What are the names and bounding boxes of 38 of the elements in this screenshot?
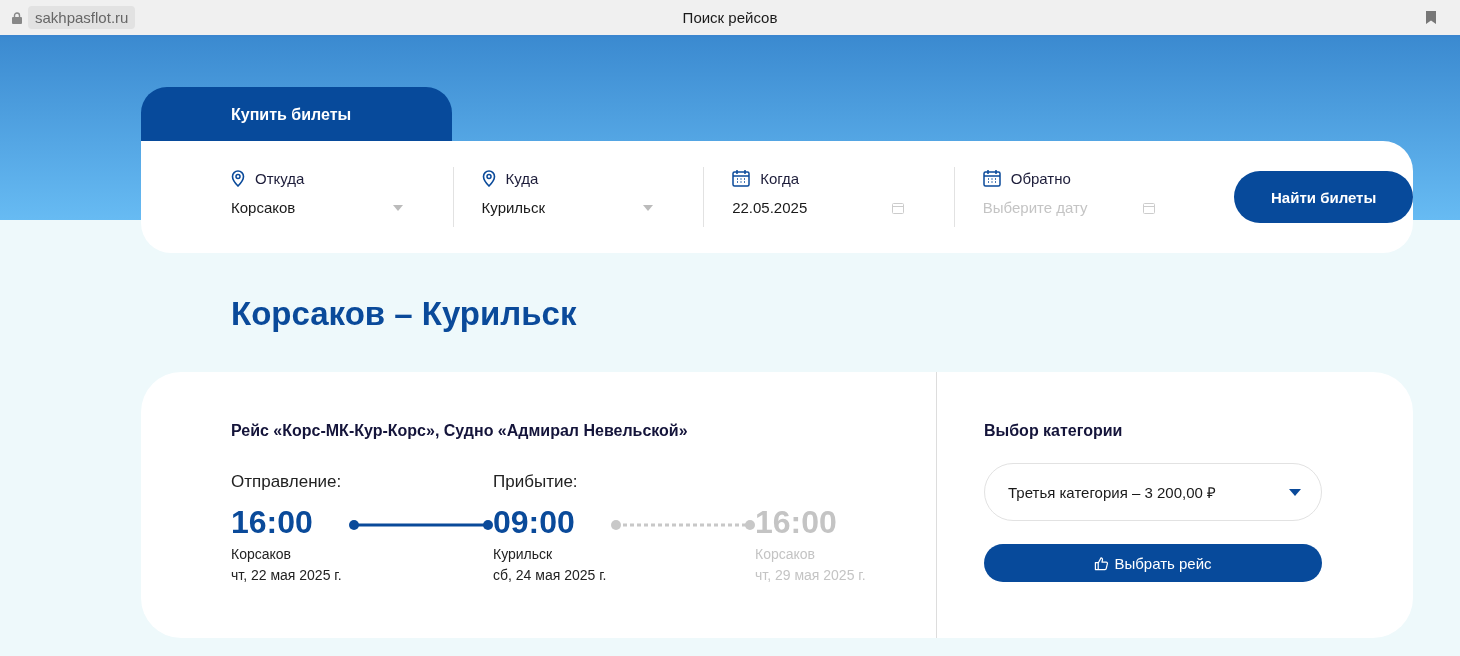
time-text: 16:00 [231,503,314,541]
stop-date: чт, 22 мая 2025 г. [231,567,343,584]
time-text: 09:00 [493,503,576,541]
field-label: Когда [760,169,800,187]
calendar-icon [982,169,1001,187]
buy-tickets-tab[interactable]: Купить билеты [141,87,452,141]
stop-place: Корсаков [755,546,817,563]
field-label: Куда [505,169,539,187]
stop-place: Курильск [493,546,554,563]
calendar-icon [732,169,751,187]
location-pin-icon [481,169,496,187]
stop-date: чт, 29 мая 2025 г. [755,567,867,584]
place-dropdown[interactable]: Корсаков [231,199,403,216]
field-label: Обратно [1010,169,1071,187]
trip-title: Рейс «Корс-МК-Кур-Корс», Судно «Адмирал Невельской» [231,422,689,440]
stop-place: Корсаков [231,546,293,563]
calendar-icon [891,201,904,214]
page-title: Поиск рейсов [682,9,778,26]
address-field[interactable]: sakhpasflot.ru [28,6,136,29]
lock-icon [12,11,22,24]
find-tickets-button[interactable]: Найти билеты [1234,171,1413,223]
thumbs-up-icon [1094,555,1110,571]
stop-date: сб, 24 мая 2025 г. [493,567,608,584]
bookmark-icon[interactable] [1426,11,1436,24]
dropdown-caret-icon [1289,488,1301,496]
route-heading: Корсаков – Курильск [231,295,578,334]
stop-label: Прибытие: [493,472,578,491]
dropdown-caret-icon [392,204,403,211]
category-heading: Выбор категории [984,422,1124,440]
dropdown-caret-icon [643,204,654,211]
location-pin-icon [231,169,245,187]
time-text: 16:00 [755,503,838,541]
date-field[interactable]: 22.05.2025 [732,199,904,216]
place-dropdown[interactable]: Курильск [481,199,654,216]
calendar-icon [1143,201,1156,214]
select-trip-button[interactable]: Выбрать рейс [984,544,1322,582]
stop-label: Отправление: [231,472,342,491]
field-label: Откуда [255,169,305,187]
